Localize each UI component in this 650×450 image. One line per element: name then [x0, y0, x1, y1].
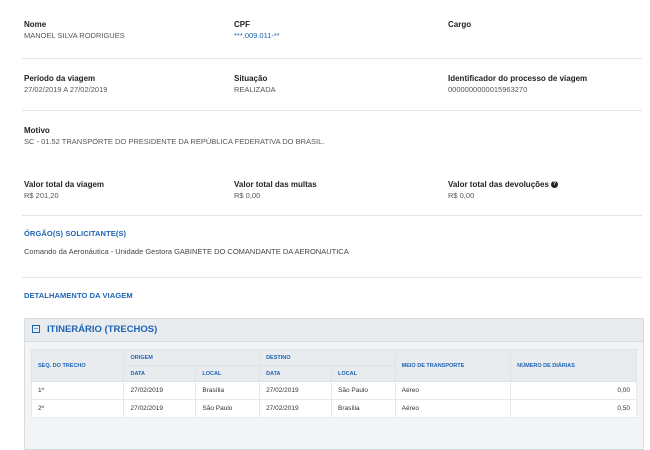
collapse-icon[interactable]: − — [32, 325, 40, 333]
field-label: Situação — [234, 74, 268, 83]
field-motivo: Motivo SC - 01.52 TRANSPORTE DO PRESIDEN… — [24, 126, 324, 147]
field-label: Motivo — [24, 126, 50, 135]
th-diarias: NÚMERO DE DIÁRIAS — [510, 349, 637, 382]
field-value: R$ 0,00 — [448, 191, 475, 200]
table-row: 1º 27/02/2019 Brasília 27/02/2019 São Pa… — [30, 381, 637, 400]
field-value: 27/02/2019 A 27/02/2019 — [24, 85, 108, 94]
itinerario-table: SEQ. DO TRECHO ORIGEM DESTINO MEIO DE TR… — [30, 349, 637, 418]
field-label: CPF — [234, 20, 250, 29]
divider — [22, 277, 642, 278]
field-value: R$ 0,00 — [234, 191, 261, 200]
cell-origem-local: São Paulo — [195, 399, 261, 418]
field-value: R$ 201,20 — [24, 191, 59, 200]
info-icon[interactable]: ? — [550, 181, 558, 189]
itinerario-panel-header[interactable]: − ITINERÁRIO (TRECHOS) — [25, 319, 643, 342]
cell-diarias: 0,50 — [510, 399, 637, 418]
divider — [22, 215, 642, 216]
cell-destino-data: 27/02/2019 — [259, 381, 332, 400]
cell-seq: 1º — [30, 381, 125, 400]
th-destino-data: DATA — [259, 365, 332, 382]
field-value: SC - 01.52 TRANSPORTE DO PRESIDENTE DA R… — [24, 137, 325, 146]
th-destino: DESTINO — [259, 349, 396, 366]
field-cpf: CPF ***.009.011-** — [234, 20, 280, 41]
cpf-link[interactable]: ***.009.011-** — [234, 31, 280, 41]
cell-origem-data: 27/02/2019 — [123, 381, 197, 400]
detalhamento-heading: DETALHAMENTO DA VIAGEM — [24, 291, 133, 300]
th-meio: MEIO DE TRANSPORTE — [394, 349, 512, 382]
field-situacao: Situação REALIZADA — [234, 74, 276, 95]
th-origem: ORIGEM — [123, 349, 261, 366]
cell-origem-data: 27/02/2019 — [123, 399, 197, 418]
field-label: Valor total das multas — [234, 180, 317, 189]
field-valor-devolucoes: Valor total das devoluções? R$ 0,00 — [448, 180, 558, 201]
field-cargo: Cargo — [448, 20, 471, 31]
orgaos-text: Comando da Aeronáutica - Unidade Gestora… — [24, 247, 349, 256]
field-label: Identificador do processo de viagem — [448, 74, 588, 83]
field-periodo: Período da viagem 27/02/2019 A 27/02/201… — [24, 74, 107, 95]
cell-meio: Aéreo — [394, 381, 512, 400]
itinerario-title: ITINERÁRIO (TRECHOS) — [47, 324, 158, 335]
cell-seq: 2º — [30, 399, 125, 418]
trip-details-page: Nome MANOEL SILVA RODRIGUES CPF ***.009.… — [0, 0, 650, 450]
field-value: 0000000000015963270 — [448, 85, 528, 94]
th-destino-local: LOCAL — [331, 365, 396, 382]
divider — [22, 58, 642, 59]
field-nome: Nome MANOEL SILVA RODRIGUES — [24, 20, 125, 41]
orgaos-heading: ÓRGÃO(S) SOLICITANTE(S) — [24, 229, 127, 238]
field-value: MANOEL SILVA RODRIGUES — [24, 31, 125, 40]
table-row: 2º 27/02/2019 São Paulo 27/02/2019 Brasí… — [30, 399, 637, 418]
itinerario-panel: − ITINERÁRIO (TRECHOS) SEQ. DO TRECHO OR… — [24, 318, 644, 450]
field-label: Nome — [24, 20, 47, 29]
field-value: REALIZADA — [234, 85, 276, 94]
th-seq: SEQ. DO TRECHO — [30, 349, 125, 382]
field-label: Cargo — [448, 20, 472, 29]
divider — [22, 110, 642, 111]
cell-origem-local: Brasília — [195, 381, 261, 400]
th-origem-local: LOCAL — [195, 365, 261, 382]
field-valor-total: Valor total da viagem R$ 201,20 — [24, 180, 104, 201]
cell-destino-data: 27/02/2019 — [259, 399, 332, 418]
field-valor-multas: Valor total das multas R$ 0,00 — [234, 180, 317, 201]
cell-destino-local: São Paulo — [331, 381, 396, 400]
field-label: Valor total da viagem — [24, 180, 105, 189]
field-label: Período da viagem — [24, 74, 96, 83]
field-identificador: Identificador do processo de viagem 0000… — [448, 74, 587, 95]
field-label: Valor total das devoluções? — [448, 180, 558, 190]
cell-diarias: 0,00 — [510, 381, 637, 400]
cell-meio: Aéreo — [394, 399, 512, 418]
cell-destino-local: Brasília — [331, 399, 396, 418]
field-label-text: Valor total das devoluções — [448, 180, 549, 189]
th-origem-data: DATA — [123, 365, 197, 382]
